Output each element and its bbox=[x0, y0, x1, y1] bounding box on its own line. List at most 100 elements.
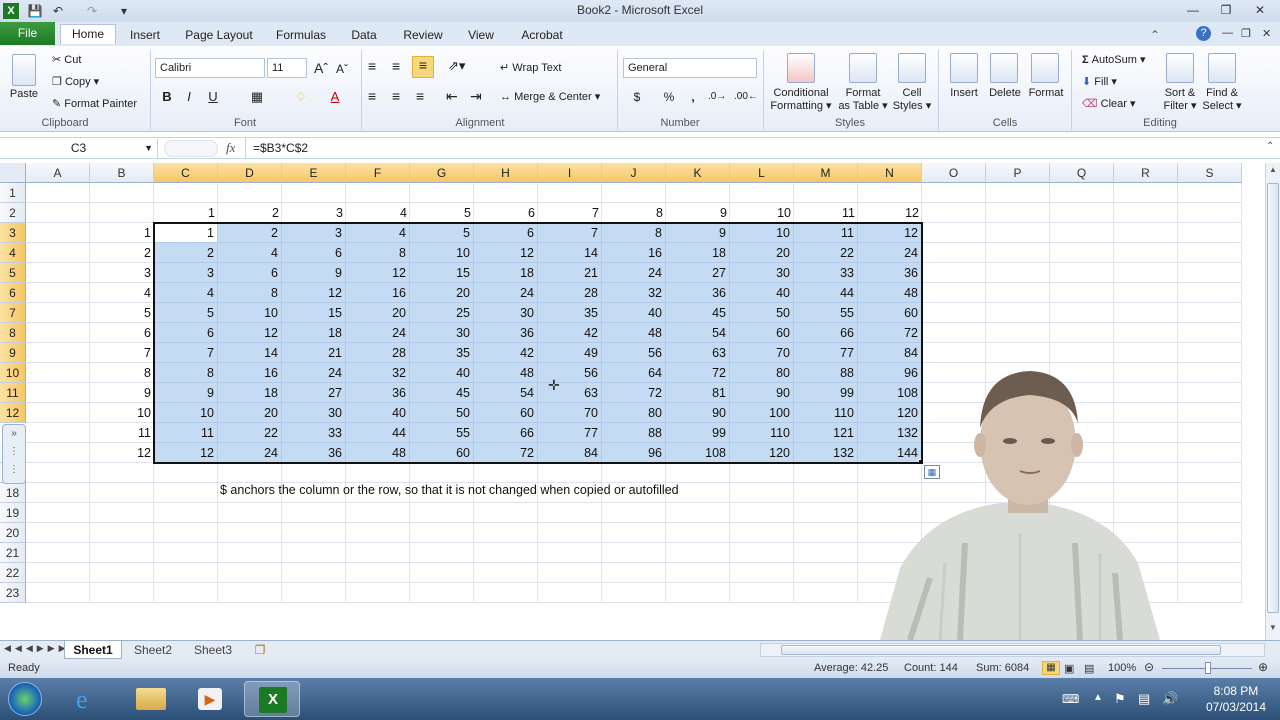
row-header-20[interactable]: 20 bbox=[0, 523, 26, 543]
grid-cell[interactable] bbox=[794, 543, 858, 563]
grid-cell[interactable] bbox=[602, 583, 666, 603]
tab-acrobat[interactable]: Acrobat bbox=[512, 26, 572, 46]
grid-cell[interactable] bbox=[1114, 203, 1178, 223]
font-color-icon[interactable]: A bbox=[326, 88, 344, 106]
decrease-decimal-icon[interactable]: .00← bbox=[734, 88, 758, 106]
formula-bar-handle[interactable] bbox=[164, 140, 218, 157]
grid-cell[interactable] bbox=[1178, 263, 1242, 283]
row-factor-cell[interactable]: 11 bbox=[90, 423, 154, 443]
grid-cell[interactable] bbox=[90, 203, 154, 223]
grid-cell[interactable] bbox=[346, 543, 410, 563]
grid-cell[interactable] bbox=[1050, 243, 1114, 263]
font-name-select[interactable]: Calibri bbox=[155, 58, 265, 78]
grid-cell[interactable] bbox=[666, 523, 730, 543]
grid-cell[interactable] bbox=[474, 183, 538, 203]
column-header-p[interactable]: P bbox=[986, 163, 1050, 183]
grid-cell[interactable] bbox=[26, 243, 90, 263]
grid-cell[interactable] bbox=[154, 463, 218, 483]
row-header-23[interactable]: 23 bbox=[0, 583, 26, 603]
doc-minimize-button[interactable]: — bbox=[1222, 27, 1233, 39]
column-header-l[interactable]: L bbox=[730, 163, 794, 183]
grid-cell[interactable] bbox=[346, 503, 410, 523]
grid-cell[interactable] bbox=[794, 183, 858, 203]
grid-cell[interactable] bbox=[1114, 263, 1178, 283]
horizontal-scroll-thumb[interactable] bbox=[781, 645, 1221, 655]
grow-font-icon[interactable]: Aˆ bbox=[314, 60, 328, 76]
grid-cell[interactable] bbox=[26, 263, 90, 283]
grid-cell[interactable] bbox=[1114, 283, 1178, 303]
grid-cell[interactable] bbox=[410, 183, 474, 203]
flag-icon[interactable]: ⚑ bbox=[1114, 691, 1126, 707]
grid-cell[interactable] bbox=[602, 183, 666, 203]
grid-cell[interactable] bbox=[26, 543, 90, 563]
grid-cell[interactable] bbox=[282, 183, 346, 203]
row-header-18[interactable]: 18 bbox=[0, 483, 26, 503]
column-header-d[interactable]: D bbox=[218, 163, 282, 183]
font-size-select[interactable]: 11 bbox=[267, 58, 307, 78]
grid-cell[interactable] bbox=[538, 523, 602, 543]
doc-close-button[interactable]: ✕ bbox=[1262, 27, 1271, 40]
sheet-nav-arrows-icon[interactable]: ◀◀◀▶▶▶ bbox=[4, 643, 70, 654]
row-header-1[interactable]: 1 bbox=[0, 183, 26, 203]
header-value-cell[interactable]: 5 bbox=[410, 203, 474, 223]
sheet-tab-sheet1[interactable]: Sheet1 bbox=[64, 641, 122, 659]
grid-cell[interactable] bbox=[90, 183, 154, 203]
copy-button[interactable]: ❐ Copy ▾ bbox=[52, 75, 99, 88]
tab-review[interactable]: Review bbox=[398, 26, 448, 46]
grid-cell[interactable] bbox=[602, 543, 666, 563]
vertical-scroll-thumb[interactable] bbox=[1267, 183, 1279, 613]
grid-cell[interactable] bbox=[410, 523, 474, 543]
grid-cell[interactable] bbox=[1178, 543, 1242, 563]
horizontal-scrollbar[interactable] bbox=[760, 643, 1265, 657]
grid-cell[interactable] bbox=[1114, 223, 1178, 243]
grid-cell[interactable] bbox=[986, 303, 1050, 323]
header-value-cell[interactable]: 10 bbox=[730, 203, 794, 223]
sheet-tab-sheet3[interactable]: Sheet3 bbox=[184, 641, 242, 659]
row-header-2[interactable]: 2 bbox=[0, 203, 26, 223]
grid-cell[interactable] bbox=[474, 563, 538, 583]
grid-cell[interactable] bbox=[218, 563, 282, 583]
find-select-button[interactable]: Find & Select ▾ bbox=[1200, 87, 1244, 113]
align-middle-icon[interactable]: ≡ bbox=[392, 58, 400, 74]
grid-cell[interactable] bbox=[154, 523, 218, 543]
zoom-level[interactable]: 100% bbox=[1108, 662, 1136, 674]
grid-cell[interactable] bbox=[26, 523, 90, 543]
grid-cell[interactable] bbox=[90, 483, 154, 503]
grid-cell[interactable] bbox=[794, 523, 858, 543]
header-value-cell[interactable]: 9 bbox=[666, 203, 730, 223]
grid-cell[interactable] bbox=[154, 503, 218, 523]
grid-cell[interactable] bbox=[986, 223, 1050, 243]
row-header-22[interactable]: 22 bbox=[0, 563, 26, 583]
grid-cell[interactable] bbox=[986, 283, 1050, 303]
taskbar-internet-explorer[interactable]: e bbox=[62, 681, 118, 717]
format-as-table-button[interactable]: Format as Table ▾ bbox=[837, 87, 889, 113]
row-factor-cell[interactable]: 12 bbox=[90, 443, 154, 463]
shrink-font-icon[interactable]: Aˇ bbox=[336, 62, 348, 76]
grid-cell[interactable] bbox=[90, 463, 154, 483]
grid-cell[interactable] bbox=[26, 423, 90, 443]
row-header-6[interactable]: 6 bbox=[0, 283, 26, 303]
grid-cell[interactable] bbox=[26, 443, 90, 463]
row-header-5[interactable]: 5 bbox=[0, 263, 26, 283]
column-header-h[interactable]: H bbox=[474, 163, 538, 183]
grid-cell[interactable] bbox=[1178, 583, 1242, 603]
column-header-r[interactable]: R bbox=[1114, 163, 1178, 183]
align-top-icon[interactable]: ≡ bbox=[368, 58, 376, 74]
grid-cell[interactable] bbox=[1178, 243, 1242, 263]
grid-cell[interactable] bbox=[538, 563, 602, 583]
grid-cell[interactable] bbox=[922, 243, 986, 263]
formula-input[interactable]: =$B3*C$2 bbox=[253, 140, 308, 157]
zoom-in-icon[interactable]: ⊕ bbox=[1258, 660, 1268, 674]
grid-cell[interactable] bbox=[1050, 263, 1114, 283]
grid-cell[interactable] bbox=[730, 563, 794, 583]
column-header-e[interactable]: E bbox=[282, 163, 346, 183]
grid-cell[interactable] bbox=[538, 183, 602, 203]
grid-cell[interactable] bbox=[1050, 343, 1114, 363]
select-all-corner[interactable] bbox=[0, 163, 26, 183]
row-factor-cell[interactable]: 8 bbox=[90, 363, 154, 383]
column-header-m[interactable]: M bbox=[794, 163, 858, 183]
taskbar-media-player[interactable]: ▶ bbox=[182, 681, 238, 717]
row-factor-cell[interactable]: 2 bbox=[90, 243, 154, 263]
keyboard-icon[interactable]: ⌨ bbox=[1062, 692, 1079, 706]
grid-cell[interactable] bbox=[282, 563, 346, 583]
